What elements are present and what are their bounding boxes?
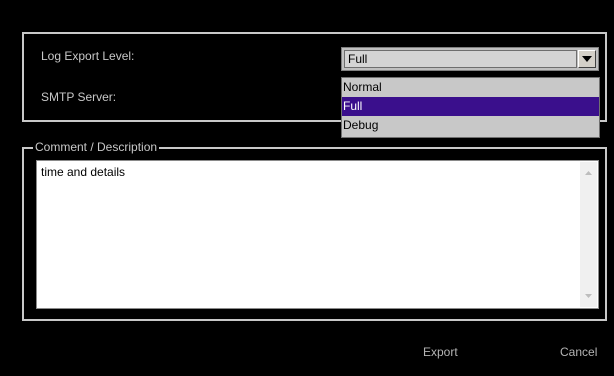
dropdown-option-debug[interactable]: Debug bbox=[342, 116, 599, 135]
comment-group-legend: Comment / Description bbox=[33, 140, 160, 154]
log-export-level-value[interactable]: Full bbox=[344, 50, 577, 68]
comment-textarea[interactable]: time and details bbox=[36, 160, 599, 309]
combo-dropdown-button[interactable] bbox=[578, 50, 596, 68]
log-export-level-select[interactable]: Full bbox=[341, 47, 599, 71]
dropdown-option-normal[interactable]: Normal bbox=[342, 78, 599, 97]
log-export-level-label: Log Export Level: bbox=[41, 49, 135, 63]
export-button[interactable]: Export bbox=[423, 345, 458, 359]
cancel-button[interactable]: Cancel bbox=[560, 345, 597, 359]
log-export-level-dropdown: Normal Full Debug bbox=[341, 77, 600, 138]
chevron-down-icon bbox=[582, 56, 592, 62]
smtp-server-label: SMTP Server: bbox=[41, 90, 117, 104]
comment-text: time and details bbox=[41, 165, 126, 179]
dropdown-option-full[interactable]: Full bbox=[342, 97, 599, 116]
scroll-down-icon[interactable] bbox=[583, 291, 594, 301]
export-dialog: Log Export Level: SMTP Server: Full Norm… bbox=[0, 0, 614, 376]
scroll-up-icon[interactable] bbox=[583, 168, 594, 178]
comment-scrollbar[interactable] bbox=[580, 162, 597, 307]
